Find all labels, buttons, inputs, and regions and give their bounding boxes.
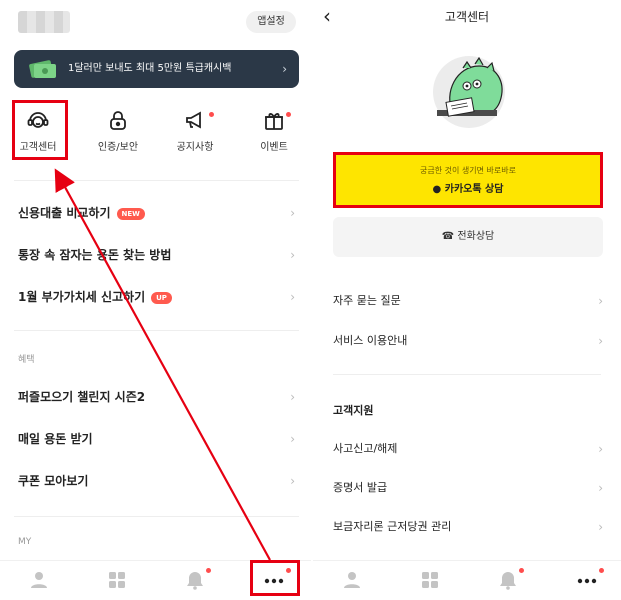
- banner-text: 1달러만 보내도 최대 5만원 특급캐시백: [68, 63, 232, 74]
- chevron-right-icon: ›: [290, 248, 295, 262]
- more-dot: [599, 568, 604, 573]
- grid-icon[interactable]: [419, 569, 441, 591]
- quick-events[interactable]: 이벤트: [244, 100, 304, 160]
- chevron-right-icon: ›: [290, 290, 295, 304]
- phone-consult-button[interactable]: ☎ 전화상담: [333, 217, 603, 257]
- quick-auth-security[interactable]: 인증/보안: [88, 100, 148, 160]
- certificate-row[interactable]: 증명서 발급 ›: [313, 468, 621, 508]
- faq-row[interactable]: 자주 묻는 질문 ›: [313, 281, 621, 321]
- app-settings-button[interactable]: 앱설정: [246, 11, 296, 33]
- new-badge: NEW: [116, 208, 145, 220]
- bell-dot: [519, 568, 524, 573]
- highlight-box-customer-center: [12, 100, 68, 160]
- phone-label: 전화상담: [457, 231, 495, 242]
- dinosaur-mascot-illustration: [433, 56, 505, 128]
- quick-label: 인증/보안: [97, 142, 139, 153]
- service-guide-row[interactable]: 서비스 이용안내 ›: [313, 321, 621, 361]
- phone-icon: ☎: [441, 231, 455, 242]
- kakao-subtext: 궁금한 것이 생기면 바로바로: [420, 166, 516, 175]
- chevron-right-icon: ›: [598, 334, 603, 348]
- person-icon[interactable]: [28, 569, 50, 591]
- divider: [14, 330, 299, 331]
- customer-center-screen: ‹ 고객센터 궁금한 것이 생기면 바로바로 ● 카카오톡 상담 ☎ 전화상담 …: [313, 0, 621, 600]
- kakao-label: 카카오톡 상담: [444, 184, 504, 195]
- page-title: 고객센터: [444, 10, 490, 24]
- event-dot: [286, 112, 291, 117]
- chevron-right-icon: ›: [290, 432, 295, 446]
- quick-notices[interactable]: 공지사항: [165, 100, 225, 160]
- menu-label: 1월 부가가치세 신고하기: [18, 290, 146, 304]
- menu-item-puzzle[interactable]: 퍼즐모으기 챌린지 시즌2 ›: [0, 376, 311, 418]
- gift-icon: [265, 113, 283, 130]
- kakao-chat-consult-button[interactable]: 궁금한 것이 생기면 바로바로 ● 카카오톡 상담: [333, 152, 603, 208]
- section-label-benefits: 혜택: [18, 355, 35, 365]
- more-screen: 앱설정 1달러만 보내도 최대 5만원 특급캐시백 › 고객센터 인증/보안 공…: [0, 0, 311, 600]
- row-label: 사고신고/해제: [333, 442, 398, 455]
- menu-label: 신용대출 비교하기: [18, 206, 111, 220]
- notice-dot: [209, 112, 214, 117]
- accident-report-row[interactable]: 사고신고/해제 ›: [313, 429, 621, 469]
- menu-item-coupons[interactable]: 쿠폰 모아보기 ›: [0, 460, 311, 502]
- row-label: 보금자리론 근저당권 관리: [333, 520, 452, 533]
- quick-label: 이벤트: [260, 142, 288, 153]
- bell-dot: [206, 568, 211, 573]
- chevron-right-icon: ›: [598, 294, 603, 308]
- chevron-right-icon: ›: [282, 62, 287, 76]
- blurred-username: [18, 11, 70, 33]
- up-badge: UP: [151, 292, 172, 304]
- chevron-right-icon: ›: [290, 474, 295, 488]
- cash-icon: [29, 60, 56, 78]
- speech-bubble-icon: ●: [432, 184, 442, 195]
- row-label: 증명서 발급: [333, 481, 388, 494]
- menu-label: 매일 용돈 받기: [18, 432, 93, 446]
- chevron-right-icon: ›: [290, 390, 295, 404]
- menu-item-vat-report[interactable]: 1월 부가가치세 신고하기 UP ›: [0, 276, 311, 318]
- chevron-right-icon: ›: [290, 206, 295, 220]
- divider: [14, 516, 299, 517]
- chevron-right-icon: ›: [598, 442, 603, 456]
- divider: [14, 180, 299, 181]
- promo-banner[interactable]: 1달러만 보내도 최대 5만원 특급캐시백 ›: [14, 50, 299, 88]
- grid-icon[interactable]: [106, 569, 128, 591]
- bottom-nav: [313, 560, 621, 600]
- quick-label: 공지사항: [176, 142, 214, 153]
- highlight-box-more: [250, 560, 300, 596]
- menu-item-credit-loan[interactable]: 신용대출 비교하기 NEW ›: [0, 192, 311, 234]
- row-label: 서비스 이용안내: [333, 334, 408, 347]
- megaphone-icon: [186, 111, 201, 129]
- menu-item-dormant-money[interactable]: 통장 속 잠자는 용돈 찾는 방법 ›: [0, 234, 311, 276]
- menu-label: 퍼즐모으기 챌린지 시즌2: [18, 390, 146, 404]
- menu-item-daily-money[interactable]: 매일 용돈 받기 ›: [0, 418, 311, 460]
- section-title-support: 고객지원: [333, 404, 374, 417]
- chevron-right-icon: ›: [598, 520, 603, 534]
- menu-label: 통장 속 잠자는 용돈 찾는 방법: [18, 248, 172, 262]
- row-label: 자주 묻는 질문: [333, 294, 401, 307]
- bell-icon[interactable]: [184, 569, 206, 591]
- menu-label: 쿠폰 모아보기: [18, 474, 89, 488]
- person-icon[interactable]: [341, 569, 363, 591]
- chevron-right-icon: ›: [598, 481, 603, 495]
- lock-icon: [110, 111, 126, 130]
- mortgage-row[interactable]: 보금자리론 근저당권 관리 ›: [313, 507, 621, 547]
- bell-icon[interactable]: [497, 569, 519, 591]
- divider: [333, 374, 601, 375]
- more-dots-icon[interactable]: [576, 569, 598, 591]
- kakao-main-line: ● 카카오톡 상담: [336, 180, 600, 195]
- section-label-my: MY: [18, 537, 32, 547]
